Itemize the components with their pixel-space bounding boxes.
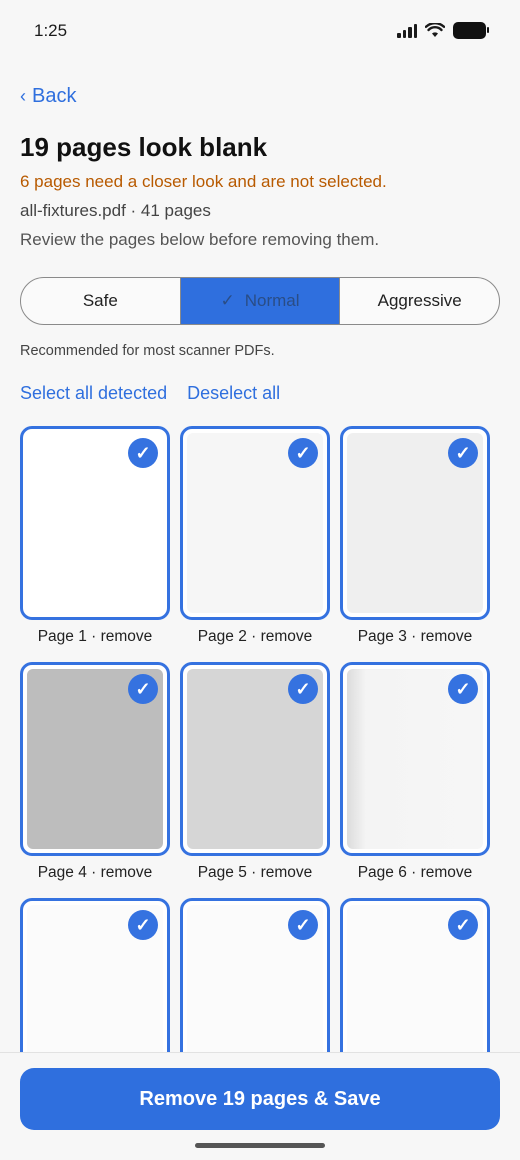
status-bar: 1:25 bbox=[0, 0, 520, 62]
sensitivity-hint: Recommended for most scanner PDFs. bbox=[20, 343, 275, 359]
checkmark-icon[interactable]: ✓ bbox=[448, 910, 478, 940]
page-label: Page 4 · remove bbox=[37, 864, 153, 881]
page-thumbnail[interactable]: ✓ bbox=[20, 662, 170, 856]
cellular-signal-icon bbox=[397, 23, 417, 38]
page-label: Page 5 · remove bbox=[197, 864, 313, 881]
page-thumbnail[interactable]: ✓ bbox=[180, 662, 330, 856]
status-icons bbox=[397, 22, 489, 39]
warning-message: 6 pages need a closer look and are not s… bbox=[20, 172, 387, 191]
page-label: Page 2 · remove bbox=[197, 628, 313, 645]
page-thumbnail[interactable]: ✓ bbox=[180, 426, 330, 620]
page-thumbnail[interactable]: ✓ bbox=[340, 426, 490, 620]
battery-icon bbox=[453, 22, 489, 39]
page-tile: ✓ Page 5 · remove bbox=[180, 662, 330, 882]
home-indicator bbox=[195, 1143, 325, 1148]
review-hint: Review the pages below before removing t… bbox=[20, 230, 380, 249]
sensitivity-normal-label: Normal bbox=[244, 291, 300, 310]
page-tile: ✓ Page 4 · remove bbox=[20, 662, 170, 882]
page-tile: ✓ Page 3 · remove bbox=[340, 426, 490, 646]
checkmark-icon[interactable]: ✓ bbox=[128, 674, 158, 704]
page-thumbnail[interactable]: ✓ bbox=[340, 662, 490, 856]
checkmark-icon[interactable]: ✓ bbox=[288, 438, 318, 468]
checkmark-icon[interactable]: ✓ bbox=[128, 438, 158, 468]
back-label: Back bbox=[32, 85, 77, 107]
select-all-link[interactable]: Select all detected bbox=[20, 383, 167, 404]
remove-and-save-button[interactable]: Remove 19 pages & Save bbox=[20, 1068, 500, 1130]
file-info: all-fixtures.pdf · 41 pages bbox=[20, 201, 211, 220]
back-button[interactable]: ‹ Back bbox=[20, 85, 76, 108]
sensitivity-normal[interactable]: ✓ Normal bbox=[180, 278, 341, 324]
sensitivity-aggressive[interactable]: Aggressive bbox=[340, 278, 499, 324]
checkmark-icon[interactable]: ✓ bbox=[448, 674, 478, 704]
sensitivity-aggressive-label: Aggressive bbox=[377, 291, 462, 310]
page-tile: ✓ Page 2 · remove bbox=[180, 426, 330, 646]
deselect-all-link[interactable]: Deselect all bbox=[187, 383, 280, 404]
checkmark-icon[interactable]: ✓ bbox=[128, 910, 158, 940]
checkmark-icon: ✓ bbox=[220, 291, 235, 310]
page-label: Page 6 · remove bbox=[357, 864, 473, 881]
sensitivity-safe-label: Safe bbox=[82, 291, 118, 310]
status-time: 1:25 bbox=[34, 21, 68, 40]
page-thumbnail[interactable]: ✓ bbox=[20, 426, 170, 620]
page-title: 19 pages look blank bbox=[20, 132, 268, 162]
page-label: Page 1 · remove bbox=[37, 628, 153, 645]
chevron-left-icon: ‹ bbox=[20, 86, 26, 106]
wifi-icon bbox=[425, 23, 445, 37]
checkmark-icon[interactable]: ✓ bbox=[448, 438, 478, 468]
sensitivity-selector: Safe ✓ Normal Aggressive bbox=[20, 277, 500, 325]
page-tile: ✓ Page 6 · remove bbox=[340, 662, 490, 882]
sensitivity-safe[interactable]: Safe bbox=[21, 278, 181, 324]
checkmark-icon[interactable]: ✓ bbox=[288, 910, 318, 940]
page-label: Page 3 · remove bbox=[357, 628, 473, 645]
checkmark-icon[interactable]: ✓ bbox=[288, 674, 318, 704]
page-tile: ✓ Page 1 · remove bbox=[20, 426, 170, 646]
selection-links: Select all detected Deselect all bbox=[20, 383, 280, 404]
